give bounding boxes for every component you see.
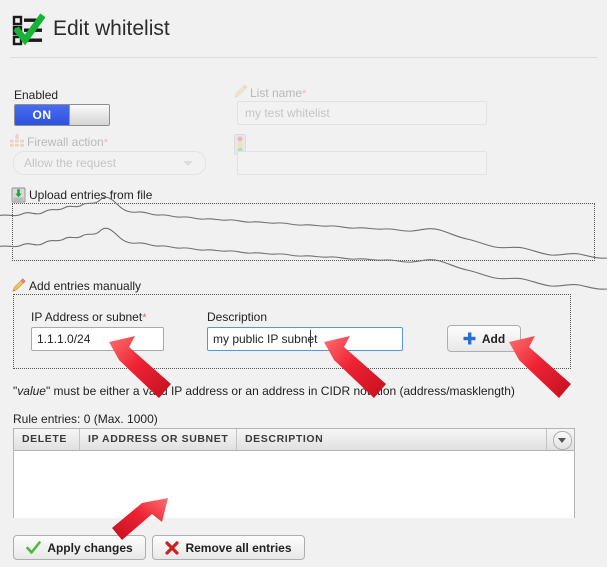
edit-whitelist-page: Edit whitelist Enabled ON List name* my …: [0, 0, 607, 567]
page-header: Edit whitelist: [0, 0, 607, 58]
upload-entries-label: Upload entries from file: [29, 188, 153, 202]
checklist-check-icon: [12, 13, 45, 46]
firewall-action-label: Firewall action*: [27, 135, 108, 149]
list-name-label-text: List name: [250, 86, 303, 100]
chevron-down-icon: [183, 161, 193, 166]
red-x-icon: [165, 540, 180, 555]
apply-changes-label: Apply changes: [47, 540, 133, 555]
column-options-dropdown-icon[interactable]: [553, 431, 572, 450]
list-name-input[interactable]: my test whitelist: [237, 101, 487, 125]
validation-hint: "value" must be either a valid IP addres…: [13, 384, 515, 398]
upload-icon: [11, 187, 26, 203]
ip-address-input[interactable]: 1.1.1.0/24: [31, 327, 164, 351]
enabled-toggle-on-state: ON: [15, 105, 69, 125]
firewall-action-select[interactable]: Allow the request: [13, 151, 206, 175]
ip-address-label: IP Address or subnet*: [31, 310, 146, 324]
list-name-required-marker: *: [302, 88, 307, 100]
column-header-ip-address[interactable]: IP ADDRESS OR SUBNET: [80, 429, 237, 450]
remove-all-entries-button[interactable]: Remove all entries: [152, 535, 305, 560]
table-header-row: DELETE IP ADDRESS OR SUBNET DESCRIPTION: [14, 429, 574, 451]
header-divider: [10, 57, 597, 58]
firewall-action-selected-value: Allow the request: [24, 156, 117, 170]
add-button[interactable]: Add: [447, 325, 521, 352]
pencil-icon: [12, 278, 26, 292]
enabled-toggle[interactable]: ON: [14, 104, 110, 126]
add-entries-label: Add entries manually: [29, 279, 142, 293]
firewall-brick-icon: [9, 133, 25, 148]
upload-dropzone[interactable]: [12, 203, 595, 261]
text-caret: [310, 330, 311, 347]
table-body-empty: [14, 451, 574, 518]
enabled-label: Enabled: [14, 88, 59, 102]
firewall-action-label-text: Firewall action: [27, 135, 104, 149]
remove-all-entries-label: Remove all entries: [185, 540, 292, 555]
add-button-label: Add: [481, 331, 506, 346]
rule-entries-count: Rule entries: 0 (Max. 1000): [13, 412, 158, 426]
firewall-action-value-input[interactable]: [237, 151, 487, 175]
validation-hint-text: must be either a valid IP address or an …: [50, 384, 515, 398]
ip-address-required-marker: *: [142, 312, 147, 324]
list-name-label: List name*: [250, 86, 306, 100]
enabled-toggle-knob[interactable]: [69, 105, 109, 125]
description-input[interactable]: my public IP subnet: [207, 327, 403, 351]
ip-address-label-text: IP Address or subnet: [31, 310, 143, 324]
apply-changes-button[interactable]: Apply changes: [13, 535, 146, 560]
pencil-icon: [234, 84, 248, 98]
validation-hint-italic: value: [17, 384, 46, 398]
page-title: Edit whitelist: [53, 17, 170, 40]
firewall-action-required-marker: *: [103, 137, 108, 149]
plus-icon: [463, 332, 476, 345]
column-header-delete[interactable]: DELETE: [14, 429, 80, 450]
green-check-icon: [26, 540, 42, 554]
description-label: Description: [207, 310, 268, 324]
column-header-description[interactable]: DESCRIPTION: [237, 429, 547, 450]
rule-entries-table: DELETE IP ADDRESS OR SUBNET DESCRIPTION: [13, 428, 575, 518]
